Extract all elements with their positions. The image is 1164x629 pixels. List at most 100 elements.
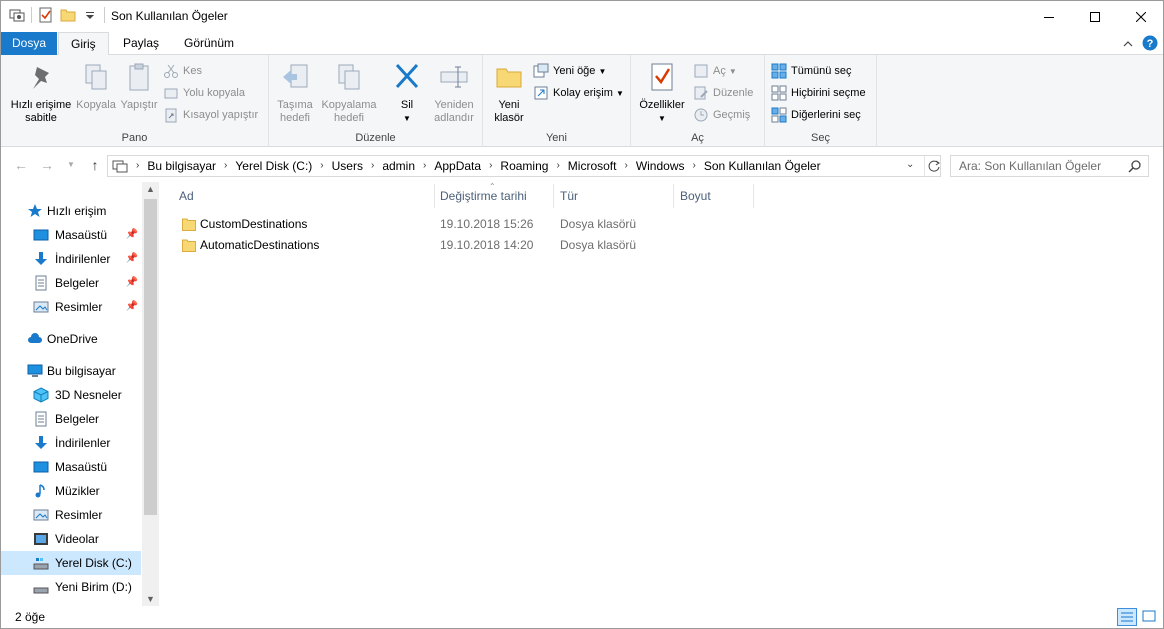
- crumb-yerel-disk[interactable]: Yerel Disk (C:): [231, 156, 316, 176]
- copy-to-button[interactable]: Kopyalama hedefi: [319, 61, 379, 125]
- tab-paylas[interactable]: Paylaş: [111, 32, 171, 55]
- search-input[interactable]: Ara: Son Kullanılan Ögeler: [959, 159, 1101, 173]
- select-none-button[interactable]: Hiçbirini seçme: [771, 83, 866, 103]
- search-box[interactable]: Ara: Son Kullanılan Ögeler: [950, 155, 1149, 177]
- cut-button[interactable]: Kes: [163, 61, 202, 81]
- chevron-right-icon[interactable]: ›: [367, 156, 378, 176]
- address-history-button[interactable]: ⌄: [906, 159, 914, 170]
- pin-icon: [25, 61, 57, 93]
- scroll-up-icon[interactable]: ▲: [146, 184, 155, 194]
- pin-icon[interactable]: 📌: [126, 223, 138, 247]
- chevron-right-icon[interactable]: ›: [485, 156, 496, 176]
- pin-quick-access-button[interactable]: Hızlı erişime sabitle: [7, 61, 75, 125]
- scrollbar-thumb[interactable]: [144, 199, 157, 515]
- delete-dropdown-arrow[interactable]: ▼: [387, 112, 427, 125]
- nav-item-3d-objects[interactable]: 3D Nesneler: [1, 383, 141, 407]
- chevron-right-icon[interactable]: ›: [220, 156, 231, 176]
- select-all-button[interactable]: Tümünü seç: [771, 61, 852, 81]
- nav-item-downloads-pinned[interactable]: İndirilenler 📌: [1, 247, 141, 271]
- tab-giris[interactable]: Giriş: [58, 32, 109, 56]
- app-icon[interactable]: [9, 7, 25, 23]
- pin-icon[interactable]: 📌: [126, 247, 138, 271]
- column-header-name[interactable]: Ad: [173, 184, 435, 208]
- nav-item-this-pc[interactable]: Bu bilgisayar: [1, 359, 141, 383]
- chevron-right-icon[interactable]: ›: [620, 156, 631, 176]
- crumb-appdata[interactable]: AppData: [430, 156, 485, 176]
- chevron-right-icon[interactable]: ›: [316, 156, 327, 176]
- details-view-button[interactable]: [1117, 608, 1137, 626]
- easy-access-button[interactable]: Kolay erişim ▼: [533, 83, 624, 103]
- column-header-type[interactable]: Tür: [554, 184, 674, 208]
- copy-button[interactable]: Kopyala: [75, 61, 117, 112]
- customize-qat-icon[interactable]: [82, 7, 98, 23]
- minimize-button[interactable]: [1026, 1, 1072, 32]
- column-header-size[interactable]: Boyut: [674, 184, 754, 208]
- crumb-recent-items[interactable]: Son Kullanılan Ögeler: [700, 156, 825, 176]
- new-item-button[interactable]: Yeni öğe ▼: [533, 61, 606, 81]
- paste-button[interactable]: Yapıştır: [117, 61, 161, 112]
- nav-pane-scrollbar[interactable]: ▲ ▼: [142, 182, 159, 606]
- collapse-ribbon-button[interactable]: [1121, 37, 1135, 51]
- folder-icon: [182, 217, 196, 231]
- nav-item-label: Yeni Birim (D:): [55, 580, 132, 594]
- forward-button[interactable]: →: [39, 157, 55, 173]
- history-button[interactable]: Geçmiş: [693, 105, 750, 125]
- move-to-button[interactable]: Taşıma hedefi: [273, 61, 317, 125]
- new-folder-icon[interactable]: [60, 7, 76, 23]
- scroll-down-icon[interactable]: ▼: [146, 594, 155, 604]
- nav-item-onedrive[interactable]: OneDrive: [1, 327, 141, 351]
- nav-item-pictures-pinned[interactable]: Resimler 📌: [1, 295, 141, 319]
- copy-path-button[interactable]: Yolu kopyala: [163, 83, 245, 103]
- large-icons-view-button[interactable]: [1140, 608, 1160, 626]
- open-button[interactable]: Aç ▼: [693, 61, 737, 81]
- nav-item-music[interactable]: Müzikler: [1, 479, 141, 503]
- crumb-users[interactable]: Users: [328, 156, 367, 176]
- back-button[interactable]: ←: [13, 157, 29, 173]
- close-button[interactable]: [1118, 1, 1164, 32]
- up-button[interactable]: ↑: [87, 157, 103, 173]
- crumb-windows[interactable]: Windows: [632, 156, 689, 176]
- nav-item-desktop[interactable]: Masaüstü: [1, 455, 141, 479]
- file-date: 19.10.2018 15:26: [440, 217, 534, 231]
- pin-icon[interactable]: 📌: [126, 295, 138, 319]
- file-row[interactable]: AutomaticDestinations 19.10.2018 14:20 D…: [177, 235, 637, 256]
- properties-dropdown-arrow[interactable]: ▼: [635, 112, 689, 125]
- edit-button[interactable]: Düzenle: [693, 83, 753, 103]
- chevron-right-icon[interactable]: ›: [419, 156, 430, 176]
- nav-item-label: Masaüstü: [55, 460, 108, 474]
- properties-icon[interactable]: [38, 7, 54, 23]
- paste-shortcut-button[interactable]: Kısayol yapıştır: [163, 105, 258, 125]
- file-row[interactable]: CustomDestinations 19.10.2018 15:26 Dosy…: [177, 214, 637, 235]
- refresh-button[interactable]: [926, 158, 942, 174]
- help-button[interactable]: ?: [1142, 35, 1158, 51]
- nav-item-quick-access[interactable]: Hızlı erişim: [1, 199, 141, 223]
- properties-button[interactable]: Özellikler ▼: [635, 61, 689, 125]
- nav-item-videos[interactable]: Videolar: [1, 527, 141, 551]
- nav-item-desktop-pinned[interactable]: Masaüstü 📌: [1, 223, 141, 247]
- pin-icon[interactable]: 📌: [126, 271, 138, 295]
- nav-item-pictures[interactable]: Resimler: [1, 503, 141, 527]
- crumb-bu-bilgisayar[interactable]: Bu bilgisayar: [143, 156, 220, 176]
- maximize-button[interactable]: [1072, 1, 1118, 32]
- address-bar[interactable]: › Bu bilgisayar › Yerel Disk (C:) › User…: [107, 155, 941, 177]
- nav-item-documents[interactable]: Belgeler: [1, 407, 141, 431]
- chevron-right-icon[interactable]: ›: [689, 156, 700, 176]
- crumb-admin[interactable]: admin: [378, 156, 419, 176]
- nav-item-local-disk-c[interactable]: Yerel Disk (C:): [1, 551, 141, 575]
- tab-gorunum[interactable]: Görünüm: [172, 32, 246, 55]
- nav-item-new-volume-d[interactable]: Yeni Birim (D:): [1, 575, 141, 599]
- delete-button[interactable]: Sil ▼: [387, 61, 427, 125]
- recent-locations-button[interactable]: ▼: [63, 157, 79, 173]
- tab-dosya[interactable]: Dosya: [1, 32, 57, 55]
- rename-button[interactable]: Yeniden adlandır: [429, 61, 479, 125]
- nav-item-label: Bu bilgisayar: [47, 364, 116, 378]
- nav-item-documents-pinned[interactable]: Belgeler 📌: [1, 271, 141, 295]
- invert-selection-button[interactable]: Diğerlerini seç: [771, 105, 861, 125]
- pin-label-2: sabitle: [25, 112, 57, 124]
- crumb-microsoft[interactable]: Microsoft: [564, 156, 621, 176]
- crumb-roaming[interactable]: Roaming: [496, 156, 552, 176]
- file-date: 19.10.2018 14:20: [440, 238, 534, 252]
- chevron-right-icon[interactable]: ›: [552, 156, 563, 176]
- new-folder-button[interactable]: Yeni klasör: [487, 61, 531, 125]
- nav-item-downloads[interactable]: İndirilenler: [1, 431, 141, 455]
